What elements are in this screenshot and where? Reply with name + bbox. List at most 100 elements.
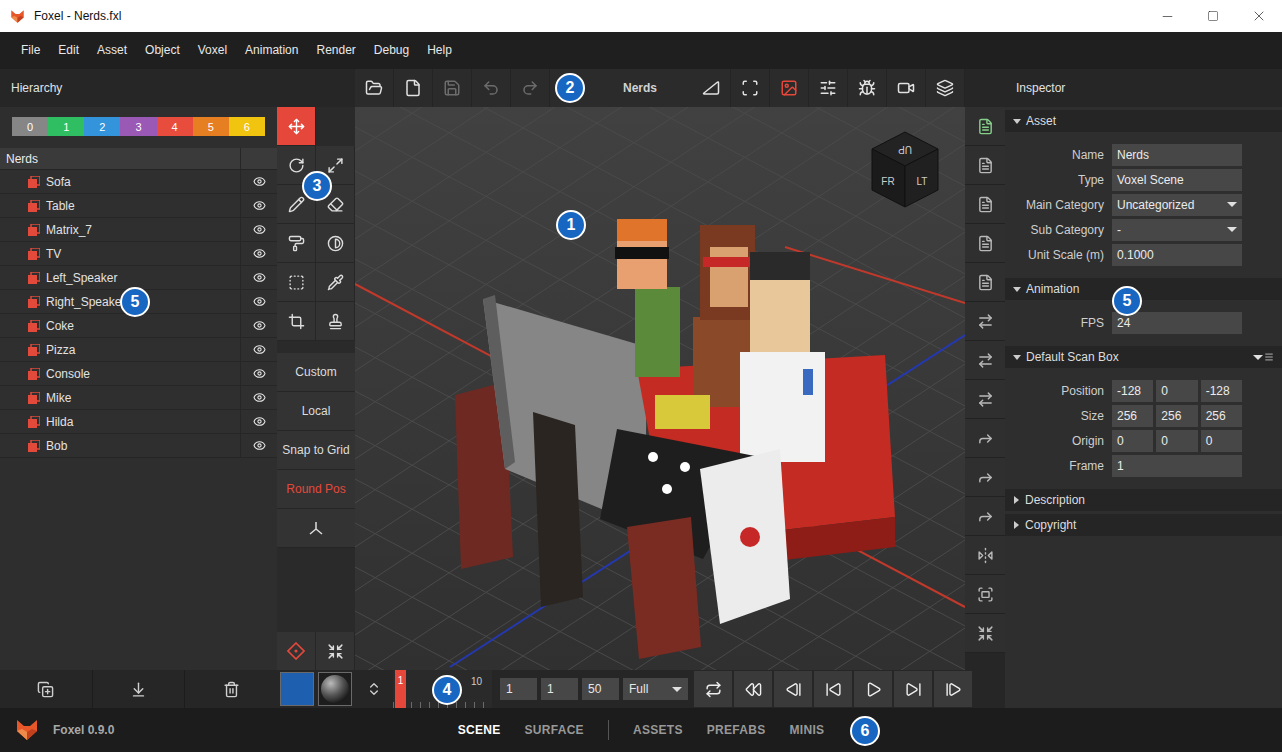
visibility-toggle[interactable] [240, 338, 277, 361]
select-field[interactable]: Uncategorized [1112, 194, 1242, 216]
select-field[interactable]: - [1112, 219, 1242, 241]
axis-button[interactable] [277, 509, 355, 548]
mode-tab[interactable]: PREFABS [695, 717, 778, 743]
frame-button[interactable] [731, 69, 770, 107]
value-field[interactable]: Nerds [1112, 144, 1242, 166]
layer-chip[interactable]: 3 [120, 117, 156, 136]
go-end-button[interactable] [894, 671, 932, 707]
layer-chip[interactable]: 2 [84, 117, 120, 136]
menu-item[interactable]: File [12, 32, 49, 69]
side-tool-button[interactable] [965, 146, 1005, 185]
side-tool-button[interactable] [965, 614, 1005, 653]
tool-option-button[interactable]: Snap to Grid [277, 431, 355, 470]
mode-tab[interactable]: SURFACE [512, 717, 595, 743]
view-cube[interactable]: UPFRLT [872, 132, 938, 207]
menu-item[interactable]: Voxel [189, 32, 236, 69]
value-field[interactable]: 256 [1156, 405, 1197, 427]
section-header[interactable]: Asset [1005, 110, 1282, 132]
visibility-toggle[interactable] [240, 434, 277, 457]
value-field[interactable]: 0 [1156, 430, 1197, 452]
frame-field[interactable]: 1 [541, 678, 578, 700]
section-menu[interactable] [1253, 352, 1274, 362]
menu-item[interactable]: Debug [365, 32, 418, 69]
loop-button[interactable] [694, 671, 732, 707]
side-tool-button[interactable] [965, 575, 1005, 614]
rewind-button[interactable] [734, 671, 772, 707]
side-tool-button[interactable] [965, 185, 1005, 224]
side-tool-button[interactable] [965, 536, 1005, 575]
perspective-button[interactable] [926, 69, 965, 107]
tool-button[interactable] [277, 224, 316, 263]
expand-timeline-button[interactable] [355, 670, 393, 708]
side-tool-button[interactable] [965, 263, 1005, 302]
value-field[interactable]: 256 [1201, 405, 1242, 427]
visibility-toggle[interactable] [240, 170, 277, 193]
section-header[interactable]: Animation [1005, 278, 1282, 300]
value-field[interactable]: 256 [1112, 405, 1153, 427]
go-start-button[interactable] [814, 671, 852, 707]
tool-button[interactable] [316, 302, 355, 341]
voxel-model[interactable] [455, 219, 895, 659]
save-button[interactable] [433, 69, 472, 107]
import-button[interactable] [93, 670, 186, 708]
section-header[interactable]: Default Scan Box [1005, 346, 1282, 368]
visibility-toggle[interactable] [240, 362, 277, 385]
mode-tab[interactable]: SCENE [446, 717, 513, 743]
value-field[interactable]: 0 [1156, 380, 1197, 402]
sliders-button[interactable] [809, 69, 848, 107]
frame-field[interactable]: 50 [582, 678, 619, 700]
tool-button[interactable] [277, 107, 316, 146]
layer-chip[interactable]: 1 [48, 117, 84, 136]
viewport[interactable]: UPFRLT [355, 107, 965, 670]
frame-field[interactable]: 1 [500, 678, 537, 700]
section-header[interactable]: Description [1005, 489, 1282, 511]
tree-row[interactable]: Table [0, 194, 277, 218]
bug-button[interactable] [848, 69, 887, 107]
side-tool-button[interactable] [965, 107, 1005, 146]
undo-button[interactable] [472, 69, 511, 107]
value-field[interactable]: -128 [1112, 380, 1153, 402]
side-tool-button[interactable] [965, 302, 1005, 341]
color-swatch[interactable] [280, 672, 314, 706]
tool-button[interactable] [277, 263, 316, 302]
side-tool-button[interactable] [965, 497, 1005, 536]
value-field[interactable]: 0 [1112, 430, 1153, 452]
mode-tab[interactable]: ASSETS [621, 717, 695, 743]
mode-tab[interactable]: MINIS [778, 717, 837, 743]
pivot-button[interactable] [277, 632, 316, 670]
delete-button[interactable] [185, 670, 277, 708]
visibility-toggle[interactable] [240, 410, 277, 433]
matrix[interactable] [655, 395, 710, 429]
value-field[interactable]: 0.1000 [1112, 244, 1242, 266]
section-header[interactable]: Copyright [1005, 514, 1282, 536]
ruler-button[interactable] [692, 69, 731, 107]
tree-row[interactable]: Coke [0, 314, 277, 338]
close-button[interactable] [1236, 0, 1282, 32]
pivot-button[interactable] [316, 632, 355, 670]
side-tool-button[interactable] [965, 341, 1005, 380]
new-file-button[interactable] [394, 69, 433, 107]
material-swatch[interactable] [318, 672, 352, 706]
tool-button[interactable] [316, 224, 355, 263]
layer-chip[interactable]: 6 [229, 117, 265, 136]
add-object-button[interactable] [0, 670, 93, 708]
side-tool-button[interactable] [965, 458, 1005, 497]
menu-item[interactable]: Edit [49, 32, 88, 69]
side-tool-button[interactable] [965, 419, 1005, 458]
side-tool-button[interactable] [965, 380, 1005, 419]
tool-option-button[interactable]: Local [277, 392, 355, 431]
side-tool-button[interactable] [965, 224, 1005, 263]
visibility-toggle[interactable] [240, 266, 277, 289]
layer-chip[interactable]: 0 [12, 117, 48, 136]
tree-row[interactable]: Sofa [0, 170, 277, 194]
step-forward-button[interactable] [934, 671, 972, 707]
tool-option-button[interactable]: Round Pos [277, 470, 355, 509]
value-field[interactable]: 0 [1201, 430, 1242, 452]
layer-chip[interactable]: 4 [157, 117, 193, 136]
tool-button[interactable] [316, 263, 355, 302]
visibility-toggle[interactable] [240, 290, 277, 313]
value-field[interactable]: Voxel Scene [1112, 169, 1242, 191]
menu-item[interactable]: Render [307, 32, 364, 69]
value-field[interactable]: 1 [1112, 455, 1242, 477]
image-button[interactable] [770, 69, 809, 107]
